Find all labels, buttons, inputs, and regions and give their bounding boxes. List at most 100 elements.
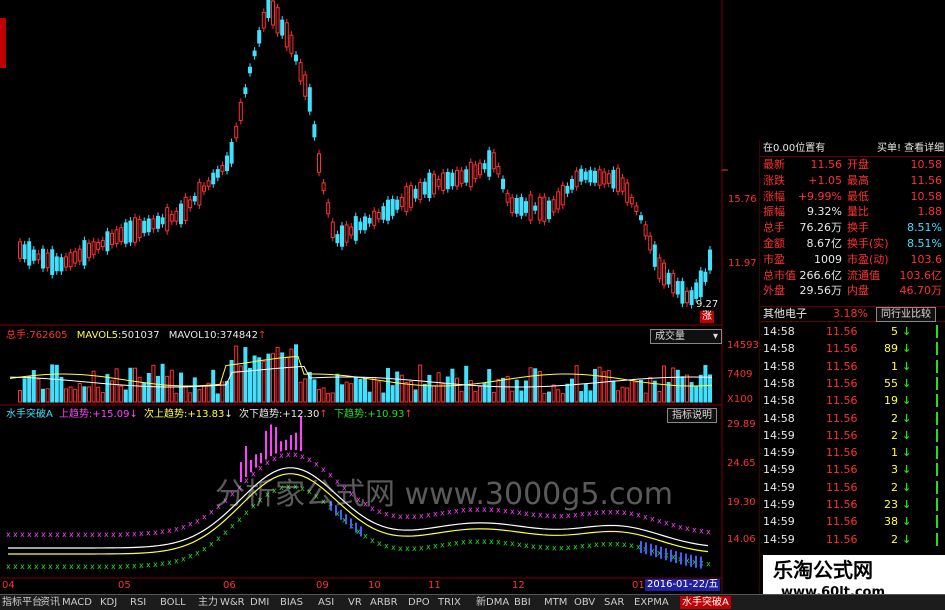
volume-bar	[386, 367, 390, 403]
tab-14[interactable]: TRIX	[438, 596, 461, 609]
volume-bar	[156, 375, 160, 403]
limit-up-tag: 涨	[700, 311, 714, 323]
down-arrow-icon: ↓	[902, 428, 912, 442]
quote-row: 涨幅 +9.99% 最低 10.58	[760, 190, 945, 204]
indicator-header: 水手突破A 上趋势:+15.09↓ 次上趋势:+13.83↓ 次下趋势:+12.…	[6, 409, 413, 420]
volume-bar	[123, 389, 128, 403]
indicator-mark: x	[286, 450, 291, 459]
tab-2[interactable]: MACD	[62, 596, 92, 609]
indicator-mark: x	[202, 544, 207, 553]
quote-label: 振幅	[763, 205, 785, 219]
tick-volume: 38	[884, 515, 898, 529]
volume-bar	[266, 353, 271, 403]
quote-label: 最低	[847, 189, 869, 203]
candle-body	[87, 242, 91, 259]
quote-row: 涨跌 +1.05 最高 11.56	[760, 174, 945, 188]
tick-price: 11.56	[826, 359, 858, 373]
candle-body	[427, 172, 432, 198]
indicator-mark: x	[559, 543, 564, 552]
indicator-help-button[interactable]: 指标说明	[667, 408, 717, 423]
indicator-mark: x	[391, 543, 396, 552]
candle-body	[326, 202, 331, 215]
volume-bar	[41, 388, 45, 403]
volume-bar	[340, 384, 344, 403]
tab-4[interactable]: RSI	[130, 596, 146, 609]
volume-bar	[312, 379, 317, 403]
indicator-mark: x	[209, 540, 214, 549]
candle-body	[225, 155, 229, 172]
candle-body	[616, 167, 620, 192]
tab-5[interactable]: BOLL	[160, 596, 186, 609]
tick-time: 14:59	[763, 480, 795, 494]
tab-3[interactable]: KDJ	[100, 596, 117, 609]
quote-label: 换手	[847, 221, 869, 235]
indicator-mark: x	[706, 528, 711, 537]
tab-13[interactable]: DPO	[408, 596, 430, 609]
volume-bar	[174, 392, 179, 403]
candle-body	[174, 210, 179, 222]
indicator-mark: x	[601, 540, 606, 549]
tab-10[interactable]: ASI	[318, 596, 334, 609]
volume-selector[interactable]: 成交量 ▾	[650, 329, 722, 344]
candle-body	[211, 172, 216, 185]
volume-bar	[685, 374, 689, 403]
indicator-mark: x	[69, 562, 74, 571]
tab-9[interactable]: BIAS	[280, 596, 303, 609]
indicator-mark: x	[48, 530, 53, 539]
volume-bar	[317, 388, 321, 403]
tick-volume: 1	[891, 446, 898, 460]
left-tab[interactable]	[0, 18, 6, 68]
volume-bar	[560, 393, 565, 403]
candle-body	[685, 290, 689, 304]
tab-8[interactable]: DMI	[250, 596, 269, 609]
candle-body	[317, 153, 321, 173]
tab-0[interactable]: 指标平台	[2, 596, 42, 609]
volume-bar	[496, 379, 501, 403]
candle-body	[119, 227, 124, 242]
candle-body	[215, 169, 220, 178]
down-arrow-icon: ↓	[902, 463, 912, 477]
volume-bar	[680, 376, 685, 403]
volume-bar	[510, 390, 515, 403]
indicator-mark: x	[160, 559, 165, 568]
indicator-mark: x	[76, 562, 81, 571]
tab-12[interactable]: ARBR	[370, 596, 398, 609]
candle-body	[312, 124, 317, 138]
tab-6[interactable]: 主力	[198, 596, 218, 609]
tick-row: 14:58 11.56 2 ↓	[760, 410, 945, 427]
indicator-mark: x	[643, 512, 648, 521]
tab-1[interactable]: 资讯	[40, 596, 60, 609]
candle-body	[473, 164, 478, 180]
industry-compare-button[interactable]: 同行业比较	[876, 307, 936, 322]
candle-body	[142, 220, 147, 233]
tab-18[interactable]: OBV	[574, 596, 595, 609]
tab-19[interactable]: SAR	[604, 596, 624, 609]
indicator-mark: x	[174, 524, 179, 533]
tab-11[interactable]: VR	[348, 596, 362, 609]
candle-body	[303, 74, 308, 97]
volume-bar	[432, 385, 436, 403]
candle-body	[487, 150, 492, 177]
candle-body	[105, 231, 110, 252]
quote-value: 1009	[814, 252, 842, 266]
indicator-mark: x	[566, 511, 571, 520]
x-axis-label: 10	[368, 580, 381, 591]
indicator-mark: x	[13, 562, 18, 571]
tick-volume: 2	[891, 411, 898, 425]
indicator-mark: x	[538, 543, 543, 552]
tab-21[interactable]: 水手突破A	[680, 596, 731, 609]
quote-row: 外盘 29.56万 内盘 46.70万	[760, 284, 945, 298]
indicator-mark: x	[293, 450, 298, 459]
tab-16[interactable]: BBI	[514, 596, 531, 609]
candle-body	[459, 170, 464, 184]
indicator-mark: x	[566, 543, 571, 552]
indicator-mark: x	[125, 530, 130, 539]
tab-15[interactable]: 新DMA	[476, 596, 509, 609]
candle-body	[648, 235, 653, 251]
quote-header[interactable]: 在0.00位置有 买单! 查看详细	[760, 142, 945, 157]
tick-volume: 55	[884, 376, 898, 390]
candle-body	[183, 196, 188, 221]
tab-20[interactable]: EXPMA	[634, 596, 669, 609]
tab-7[interactable]: W&R	[220, 596, 245, 609]
tab-17[interactable]: MTM	[544, 596, 567, 609]
